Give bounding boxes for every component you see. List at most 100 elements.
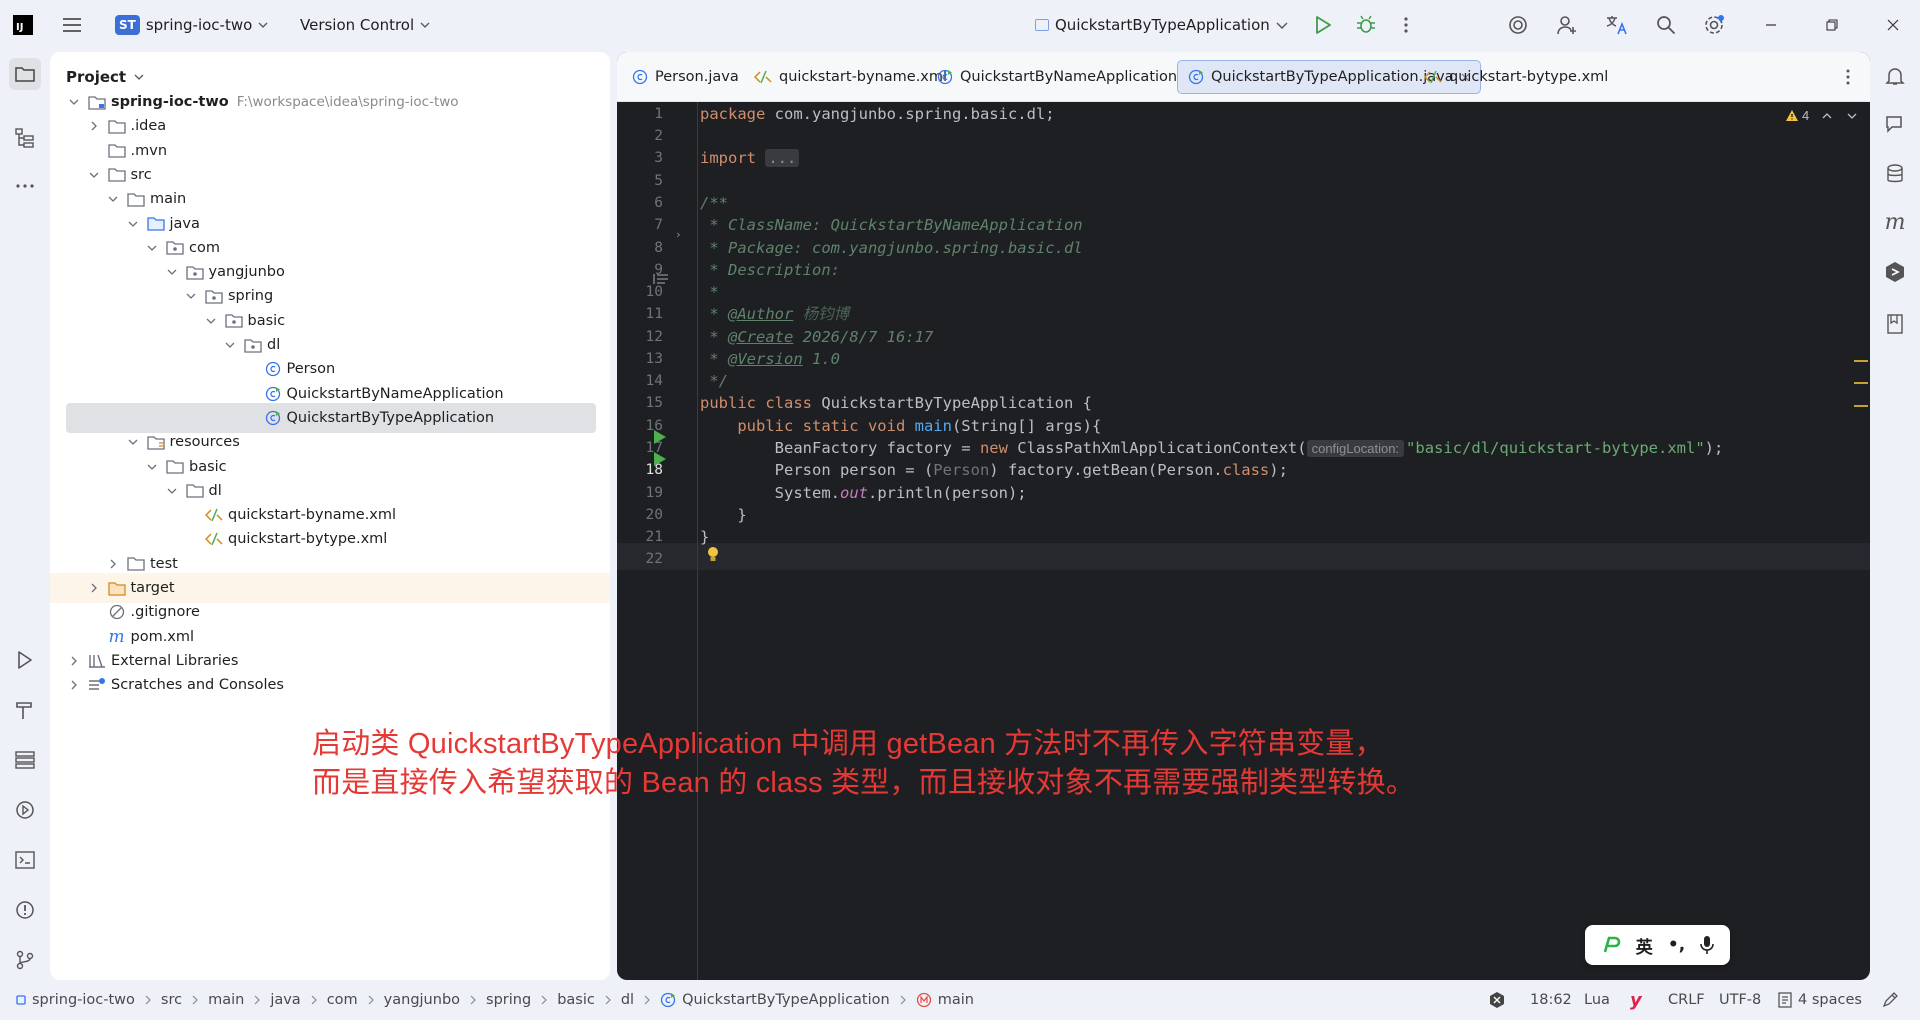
breadcrumb-item[interactable]: yangjunbo bbox=[384, 992, 460, 1008]
ime-logo-icon[interactable] bbox=[1601, 936, 1621, 954]
breadcrumb-item[interactable]: java bbox=[270, 992, 300, 1008]
code-line: System.out.println(person); bbox=[700, 484, 1027, 502]
ai-assistant-button[interactable] bbox=[1507, 0, 1529, 50]
problems-tool-button[interactable] bbox=[9, 894, 41, 926]
more-actions-button[interactable] bbox=[1404, 0, 1408, 50]
breadcrumb-label: basic bbox=[557, 992, 595, 1008]
editor-tab[interactable]: Person.java bbox=[622, 60, 749, 94]
chevron-up-icon[interactable] bbox=[1822, 112, 1832, 119]
plugin-button[interactable] bbox=[1879, 256, 1911, 288]
readonly-toggle[interactable] bbox=[1882, 980, 1898, 1020]
settings-button[interactable] bbox=[1703, 0, 1725, 50]
chevron-down-icon[interactable] bbox=[164, 483, 180, 499]
breadcrumb-item[interactable]: dl bbox=[621, 992, 634, 1008]
debug-tool-button[interactable] bbox=[9, 794, 41, 826]
scroll-marker[interactable] bbox=[1854, 382, 1868, 384]
indent-setting[interactable]: 4 spaces bbox=[1778, 980, 1862, 1020]
close-window-button[interactable] bbox=[1887, 0, 1899, 50]
fold-expand-icon[interactable]: › bbox=[675, 228, 682, 241]
breadcrumb-item[interactable]: main bbox=[208, 992, 244, 1008]
run-config-dropdown[interactable] bbox=[1276, 0, 1288, 50]
run-config-selector[interactable]: QuickstartByTypeApplication bbox=[1035, 0, 1270, 50]
tree-node-label: quickstart-bytype.xml bbox=[228, 531, 388, 548]
translate-button[interactable] bbox=[1605, 0, 1629, 50]
line-separator[interactable]: CRLF bbox=[1668, 980, 1705, 1020]
status-bar: spring-ioc-two src main java com yangjunbo spr… bbox=[0, 980, 1920, 1020]
chevron-down-icon[interactable] bbox=[66, 94, 82, 110]
database-button[interactable] bbox=[1879, 158, 1911, 190]
ime-language-toggle[interactable]: 英 bbox=[1636, 933, 1653, 958]
scroll-marker[interactable] bbox=[1854, 405, 1868, 407]
vcs-menu[interactable]: Version Control bbox=[300, 0, 430, 50]
scroll-marker[interactable] bbox=[1854, 360, 1868, 362]
debug-bug-icon bbox=[1357, 15, 1375, 33]
breadcrumb-item[interactable]: spring-ioc-two bbox=[16, 992, 135, 1008]
editor-tab[interactable]: quickstart-byname.xml bbox=[744, 60, 957, 94]
run-main-gutter-icon[interactable] bbox=[653, 451, 667, 467]
chevron-down-icon[interactable] bbox=[125, 434, 141, 450]
chevron-down-icon[interactable] bbox=[164, 264, 180, 280]
run-tool-button[interactable] bbox=[9, 644, 41, 676]
warnings-indicator[interactable]: 4 bbox=[1785, 108, 1857, 123]
services-tool-button[interactable] bbox=[9, 744, 41, 776]
ime-punctuation-toggle[interactable]: •, bbox=[1668, 935, 1685, 955]
tabs-more-button[interactable] bbox=[1839, 68, 1857, 86]
breadcrumb-item[interactable]: spring bbox=[486, 992, 531, 1008]
maven-button[interactable]: m bbox=[1879, 206, 1911, 238]
tree-node-label: .gitignore bbox=[130, 604, 200, 621]
status-widget-icon[interactable] bbox=[1488, 980, 1506, 1020]
more-tools-button[interactable] bbox=[9, 170, 41, 202]
chevron-down-icon[interactable] bbox=[105, 191, 121, 207]
chevron-down-icon[interactable] bbox=[203, 313, 219, 329]
notifications-button[interactable] bbox=[1879, 60, 1911, 92]
folded-imports[interactable]: ... bbox=[765, 149, 800, 167]
chevron-right-icon[interactable] bbox=[66, 653, 82, 669]
minimize-button[interactable] bbox=[1765, 0, 1777, 50]
project-tool-button[interactable] bbox=[9, 58, 41, 90]
app-logo[interactable]: IJ bbox=[13, 0, 33, 50]
tree-node[interactable]: Scratches and Consoles bbox=[50, 670, 610, 700]
search-everywhere-button[interactable] bbox=[1656, 0, 1676, 50]
build-tool-button[interactable] bbox=[9, 694, 41, 726]
plugin-y-icon[interactable]: y bbox=[1630, 980, 1642, 1020]
chevron-down-icon[interactable] bbox=[144, 240, 160, 256]
project-switcher[interactable]: ST spring-ioc-two bbox=[115, 0, 268, 50]
breadcrumb-item[interactable]: src bbox=[161, 992, 182, 1008]
breadcrumb-item[interactable]: basic bbox=[557, 992, 595, 1008]
doc-render-icon[interactable] bbox=[653, 273, 669, 285]
run-button[interactable] bbox=[1315, 0, 1331, 50]
chevron-down-icon[interactable] bbox=[222, 337, 238, 353]
bookmarks-button[interactable] bbox=[1879, 308, 1911, 340]
chevron-right-icon[interactable] bbox=[66, 677, 82, 693]
maximize-button[interactable] bbox=[1826, 0, 1838, 50]
chevron-down-icon[interactable] bbox=[125, 216, 141, 232]
chevron-right-icon[interactable] bbox=[86, 118, 102, 134]
file-language[interactable]: Lua bbox=[1584, 980, 1610, 1020]
breadcrumb-item[interactable]: QuickstartByTypeApplication bbox=[660, 992, 890, 1008]
git-tool-button[interactable] bbox=[9, 944, 41, 976]
code-line: } bbox=[700, 528, 710, 546]
caret-position[interactable]: 18:62 bbox=[1530, 980, 1572, 1020]
breadcrumb-item[interactable]: main bbox=[916, 992, 974, 1008]
breadcrumb-label: java bbox=[270, 992, 301, 1008]
run-class-gutter-icon[interactable] bbox=[653, 429, 667, 445]
chevron-right-icon[interactable] bbox=[86, 580, 102, 596]
xml-icon bbox=[205, 506, 223, 524]
chevron-down-icon[interactable] bbox=[183, 288, 199, 304]
ai-chat-button[interactable] bbox=[1879, 108, 1911, 140]
structure-tool-button[interactable] bbox=[9, 122, 41, 154]
chevron-right-icon[interactable] bbox=[105, 556, 121, 572]
breadcrumb-item[interactable]: com bbox=[327, 992, 358, 1008]
chevron-down-icon[interactable] bbox=[1847, 113, 1857, 119]
file-encoding[interactable]: UTF-8 bbox=[1719, 980, 1761, 1020]
project-panel-header[interactable]: Project bbox=[66, 68, 144, 86]
editor-tab[interactable]: quickstart-bytype.xml bbox=[1414, 60, 1618, 94]
chevron-down-icon[interactable] bbox=[86, 167, 102, 183]
code-area[interactable]: 1 2 3 5 6 7 8 9 10 11 12 13 14 15 16 17 18 19 20 21 22 › 4 p… bbox=[617, 102, 1870, 980]
code-with-me-button[interactable] bbox=[1556, 0, 1578, 50]
terminal-tool-button[interactable] bbox=[9, 844, 41, 876]
debug-button[interactable] bbox=[1356, 0, 1376, 50]
main-menu-button[interactable] bbox=[62, 0, 82, 50]
chevron-down-icon[interactable] bbox=[144, 459, 160, 475]
microphone-icon[interactable] bbox=[1700, 935, 1715, 955]
